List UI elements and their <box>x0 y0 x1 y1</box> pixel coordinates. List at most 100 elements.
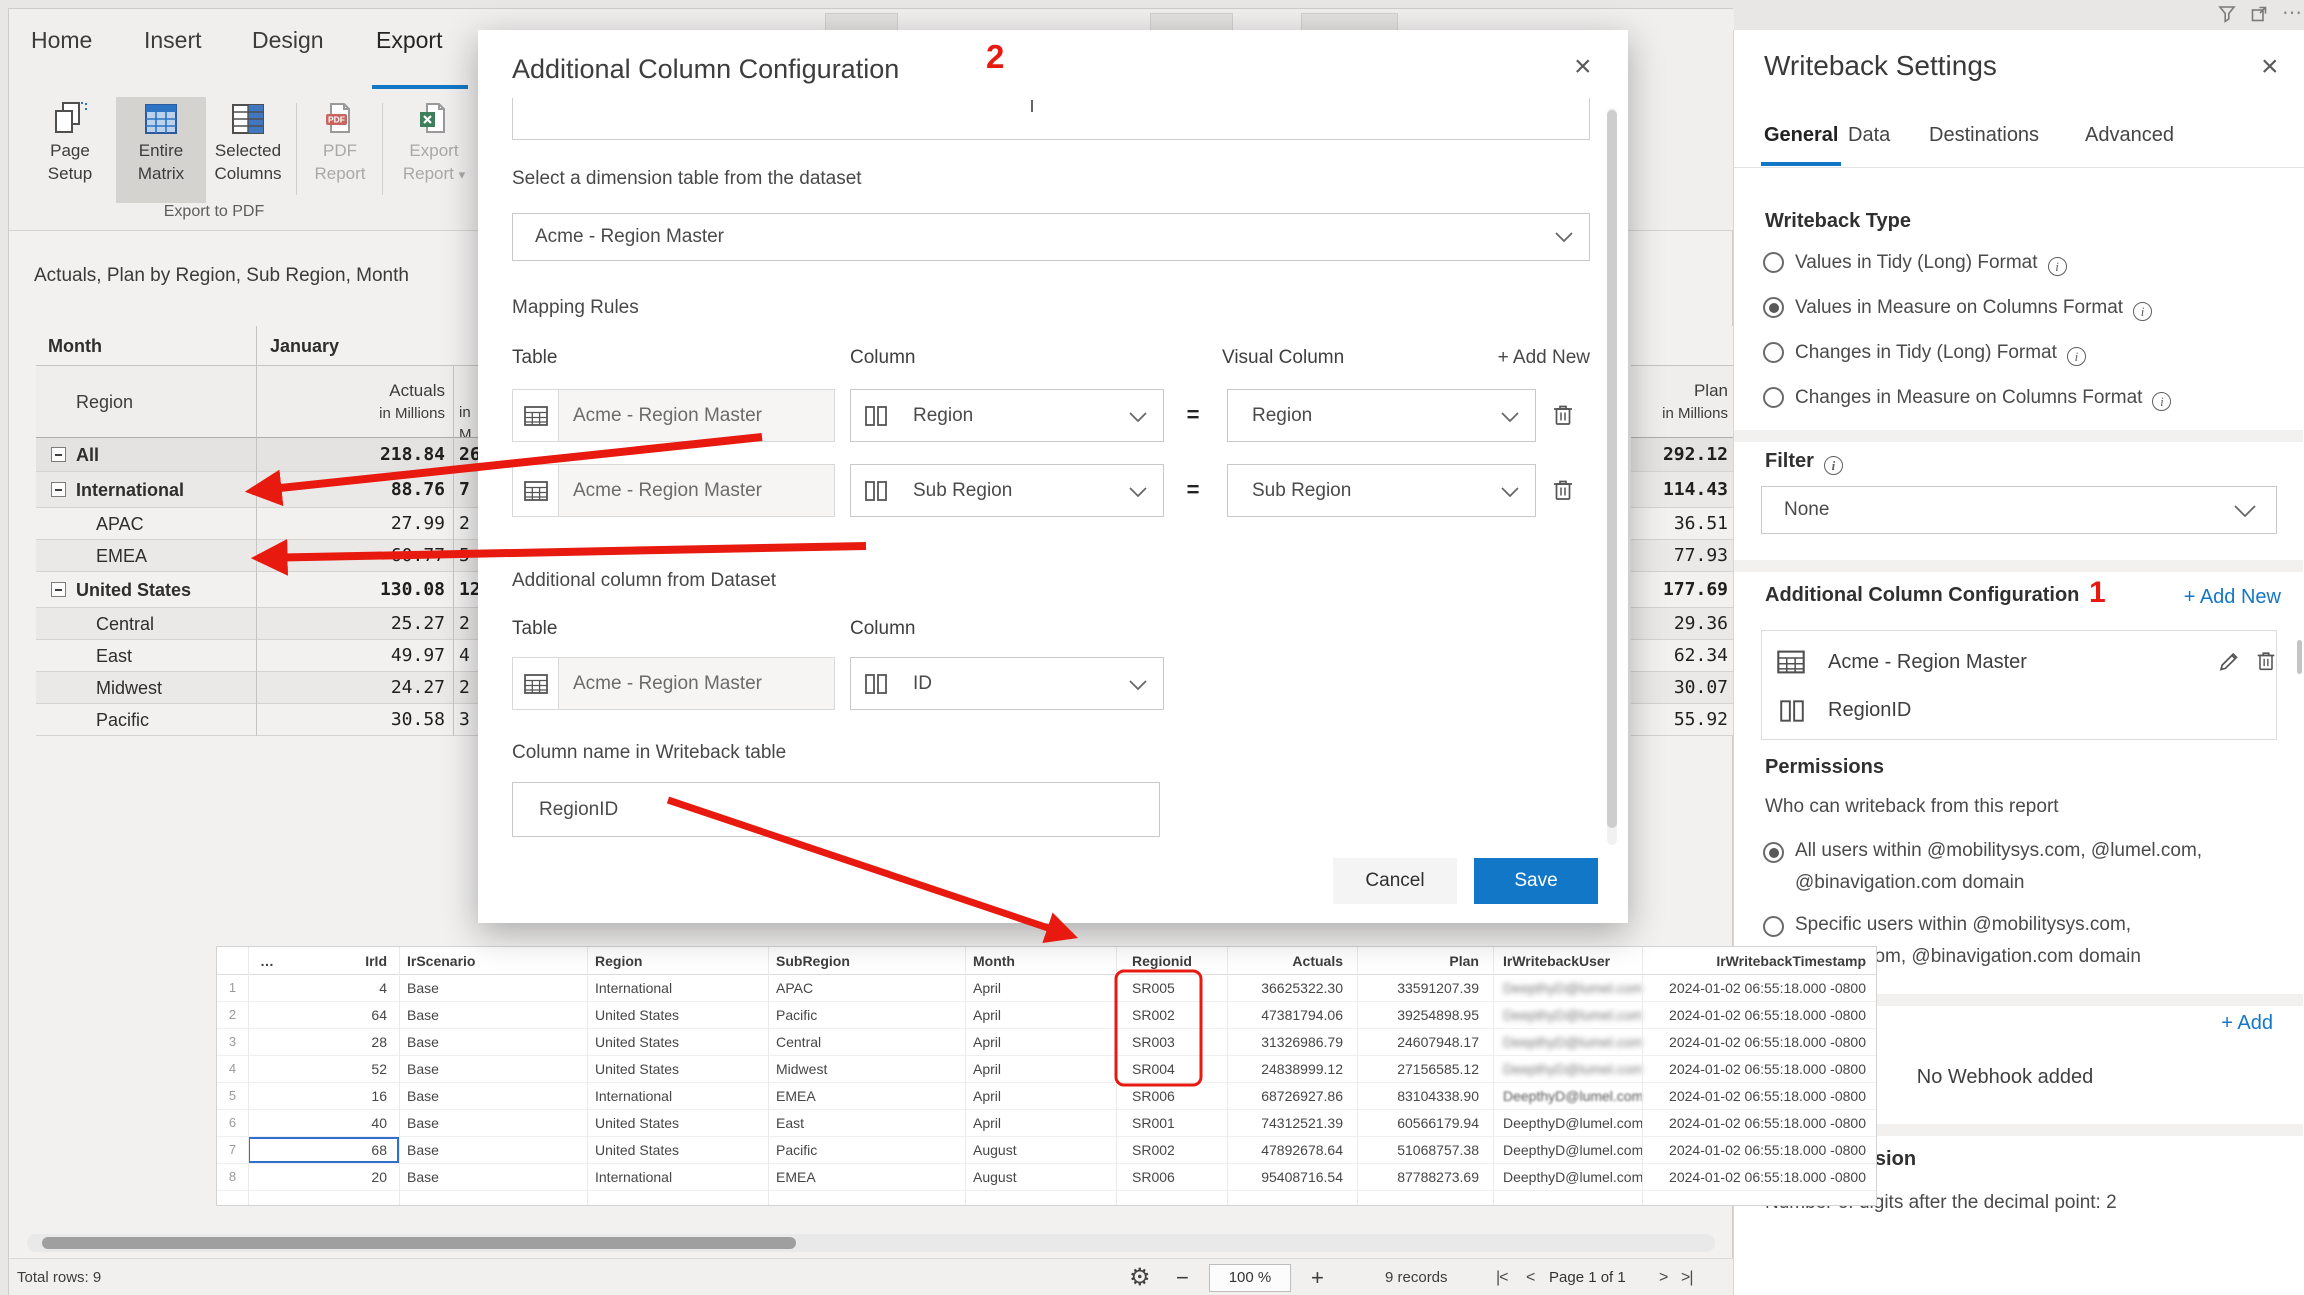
delete-trash-icon[interactable] <box>1550 402 1576 428</box>
grid-cell[interactable]: APAC <box>768 975 965 1001</box>
grid-cell[interactable]: 2024-01-02 06:55:18.000 -0800 <box>1642 975 1876 1001</box>
collapse-toggle[interactable] <box>51 582 66 597</box>
grid-cell-user-redacted[interactable]: DeepthyD@lumel.com <box>1493 1056 1642 1082</box>
scrollbar-thumb[interactable] <box>42 1237 796 1249</box>
scrollbar-thumb[interactable] <box>1607 110 1617 828</box>
matrix-cell[interactable]: 36.51 <box>1631 508 1737 540</box>
grid-cell[interactable]: DeepthyD@lumel.com <box>1493 1137 1642 1163</box>
grid-cell-selected[interactable]: 68 <box>248 1137 399 1163</box>
grid-cell[interactable]: 2024-01-02 06:55:18.000 -0800 <box>1642 1164 1876 1190</box>
more-options-icon[interactable]: ⋯ <box>2282 0 2302 25</box>
grid-cell[interactable]: SR006 <box>1116 1083 1227 1109</box>
delete-trash-icon[interactable] <box>1550 477 1576 503</box>
page-setup-button[interactable]: Page Setup <box>27 97 113 203</box>
grid-cell[interactable]: 95408716.54 <box>1227 1164 1357 1190</box>
grid-header[interactable]: IrScenario <box>399 947 587 974</box>
tab-design[interactable]: Design <box>252 27 324 54</box>
selected-columns-button[interactable]: Selected Columns <box>205 97 291 203</box>
radio-values-tidy[interactable] <box>1763 252 1784 273</box>
info-icon[interactable]: i <box>1824 456 1843 475</box>
matrix-cell[interactable]: 27.99 <box>256 508 453 539</box>
grid-cell[interactable]: 16 <box>248 1083 399 1109</box>
zoom-in-button[interactable]: + <box>1311 1259 1324 1295</box>
tab-home[interactable]: Home <box>31 27 92 54</box>
mapping-visual-column-dropdown[interactable]: Region <box>1227 389 1536 442</box>
matrix-cell[interactable]: 55.92 <box>1631 704 1737 736</box>
grid-cell[interactable]: Base <box>399 1110 587 1136</box>
info-icon[interactable]: i <box>2048 257 2067 276</box>
filter-dropdown[interactable]: None <box>1761 486 2277 534</box>
pdf-report-button[interactable]: PDF PDF Report <box>301 97 379 203</box>
grid-cell[interactable]: 39254898.95 <box>1357 1002 1493 1028</box>
grid-cell[interactable]: Pacific <box>768 1002 965 1028</box>
grid-cell[interactable]: United States <box>587 1002 768 1028</box>
grid-cell[interactable]: International <box>587 975 768 1001</box>
grid-cell[interactable]: DeepthyD@lumel.com <box>1493 1083 1642 1109</box>
matrix-plan-header[interactable]: Planin Millions <box>1631 366 1737 438</box>
zoom-level[interactable]: 100 % <box>1209 1264 1291 1292</box>
grid-cell[interactable]: 51068757.38 <box>1357 1137 1493 1163</box>
grid-header[interactable]: Plan <box>1357 947 1493 974</box>
tab-destinations[interactable]: Destinations <box>1929 124 2039 147</box>
grid-cell[interactable]: 60566179.94 <box>1357 1110 1493 1136</box>
tab-general[interactable]: General <box>1764 124 1838 147</box>
grid-cell[interactable]: East <box>768 1110 965 1136</box>
grid-cell-user-redacted[interactable]: DeepthyD@lumel.com <box>1493 1029 1642 1055</box>
grid-cell[interactable]: SR005 <box>1116 975 1227 1001</box>
grid-cell[interactable]: SR002 <box>1116 1002 1227 1028</box>
radio-label[interactable]: Values in Measure on Columns Formati <box>1795 297 2152 321</box>
matrix-cell[interactable]: 62.34 <box>1631 640 1737 672</box>
grid-cell[interactable]: United States <box>587 1056 768 1082</box>
grid-cell[interactable]: United States <box>587 1110 768 1136</box>
grid-cell[interactable]: United States <box>587 1137 768 1163</box>
panel-scrollbar-thumb[interactable] <box>2297 640 2302 674</box>
grid-cell[interactable]: SR006 <box>1116 1164 1227 1190</box>
delete-trash-icon[interactable] <box>2254 649 2278 673</box>
grid-cell[interactable]: April <box>965 1083 1116 1109</box>
zoom-out-button[interactable]: − <box>1176 1259 1189 1295</box>
dimension-table-dropdown[interactable]: Acme - Region Master <box>512 213 1590 261</box>
grid-cell[interactable]: Base <box>399 1002 587 1028</box>
dialog-scrollbar[interactable] <box>1607 108 1617 845</box>
matrix-cell[interactable]: 24.27 <box>256 672 453 703</box>
mapping-visual-column-dropdown[interactable]: Sub Region <box>1227 464 1536 517</box>
last-page-button[interactable]: >| <box>1681 1259 1693 1295</box>
matrix-cell[interactable]: 25.27 <box>256 608 453 639</box>
matrix-cell[interactable]: 49.97 <box>256 640 453 671</box>
grid-cell[interactable]: 74312521.39 <box>1227 1110 1357 1136</box>
matrix-cell[interactable]: 88.76 <box>256 472 453 507</box>
grid-header[interactable]: SubRegion <box>768 947 965 974</box>
tab-export[interactable]: Export <box>376 27 442 54</box>
expand-icon[interactable] <box>2250 5 2268 23</box>
collapse-toggle[interactable] <box>51 447 66 462</box>
grid-cell[interactable]: 2024-01-02 06:55:18.000 -0800 <box>1642 1110 1876 1136</box>
grid-header[interactable]: IrWritebackTimestamp <box>1642 947 1876 974</box>
grid-cell[interactable]: SR002 <box>1116 1137 1227 1163</box>
grid-header[interactable]: IrId <box>248 947 399 974</box>
grid-cell-user-redacted[interactable]: DeepthyD@lumel.com <box>1493 1002 1642 1028</box>
matrix-header-january[interactable]: January <box>270 326 339 365</box>
scrolled-input-sliver[interactable] <box>512 98 1590 140</box>
grid-cell[interactable]: August <box>965 1137 1116 1163</box>
grid-cell[interactable]: Base <box>399 975 587 1001</box>
grid-cell[interactable]: 33591207.39 <box>1357 975 1493 1001</box>
grid-cell[interactable]: 47892678.64 <box>1227 1137 1357 1163</box>
matrix-row-label[interactable]: EMEA <box>96 540 147 571</box>
grid-cell[interactable]: 4 <box>248 975 399 1001</box>
matrix-cell[interactable]: 130.08 <box>256 572 453 607</box>
next-page-button[interactable]: > <box>1659 1259 1667 1295</box>
tab-advanced[interactable]: Advanced <box>2085 124 2174 147</box>
grid-cell[interactable]: International <box>587 1164 768 1190</box>
first-page-button[interactable]: |< <box>1496 1259 1508 1295</box>
grid-cell[interactable]: DeepthyD@lumel.com <box>1493 1164 1642 1190</box>
matrix-row-label[interactable]: United States <box>76 572 191 607</box>
export-report-button[interactable]: Export Report ▾ <box>387 97 481 203</box>
matrix-cell[interactable]: 77.93 <box>1631 540 1737 572</box>
close-icon[interactable]: × <box>2261 52 2279 82</box>
matrix-cell[interactable]: 177.69 <box>1631 572 1737 608</box>
grid-header[interactable]: Region <box>587 947 768 974</box>
cancel-button[interactable]: Cancel <box>1333 858 1457 904</box>
grid-cell[interactable]: 2024-01-02 06:55:18.000 -0800 <box>1642 1029 1876 1055</box>
grid-cell[interactable]: August <box>965 1164 1116 1190</box>
mapping-column-dropdown[interactable]: Sub Region <box>850 464 1164 517</box>
